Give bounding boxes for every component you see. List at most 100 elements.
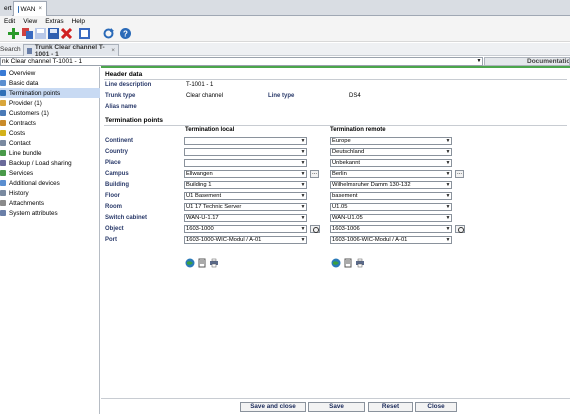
local-room-select[interactable]: U1 17 Technic Server ▼ bbox=[184, 203, 307, 211]
remote-object-select[interactable]: 1603-1006 ▼ bbox=[330, 225, 452, 233]
local-object-select[interactable]: 1603-1000 ▼ bbox=[184, 225, 307, 233]
document-tab-label: Trunk Clear channel T-1001 - 1 bbox=[34, 43, 105, 58]
document-icon[interactable] bbox=[197, 258, 207, 268]
save-button[interactable]: Save bbox=[308, 402, 365, 412]
reset-button[interactable]: Reset bbox=[368, 402, 413, 412]
country-label: Country bbox=[105, 149, 128, 155]
system-attributes-icon bbox=[0, 210, 6, 216]
chevron-down-icon: ▼ bbox=[445, 193, 451, 199]
window-tab-strip: ert WAN × bbox=[0, 0, 570, 16]
local-campus-browse-button[interactable]: ... bbox=[310, 170, 319, 178]
sidebar-item-services[interactable]: Services bbox=[0, 168, 100, 178]
sidebar-item-contact[interactable]: Contact bbox=[0, 138, 100, 148]
print-icon[interactable] bbox=[209, 258, 219, 268]
menu-extras[interactable]: Extras bbox=[41, 18, 67, 25]
chevron-down-icon: ▼ bbox=[445, 215, 451, 221]
local-switch-cabinet-select[interactable]: WAN-U-1.17 ▼ bbox=[184, 214, 307, 222]
termination-points-title: Termination points bbox=[105, 117, 164, 124]
delete-icon[interactable] bbox=[60, 27, 73, 40]
sidebar-item-additional-devices[interactable]: Additional devices bbox=[0, 178, 100, 188]
search-label[interactable]: Search bbox=[0, 46, 21, 53]
close-icon[interactable]: × bbox=[111, 47, 115, 54]
window-tab-wan[interactable]: WAN × bbox=[13, 1, 47, 16]
sidebar-item-label: Additional devices bbox=[9, 179, 60, 187]
button-bar: Save and close Save Reset Close bbox=[101, 398, 570, 414]
remote-campus-browse-button[interactable]: ... bbox=[455, 170, 464, 178]
termination-icon bbox=[0, 90, 6, 96]
local-place-select[interactable]: ▼ bbox=[184, 159, 307, 167]
document-icon[interactable] bbox=[343, 258, 353, 268]
window-tab-inactive[interactable]: ert bbox=[0, 1, 12, 16]
remote-continent-select[interactable]: Europe ▼ bbox=[330, 137, 452, 145]
menu-edit[interactable]: Edit bbox=[0, 18, 19, 25]
sidebar-item-costs[interactable]: Costs bbox=[0, 128, 100, 138]
select-value: Building 1 bbox=[186, 182, 212, 188]
print-icon[interactable] bbox=[355, 258, 365, 268]
save-all-icon[interactable] bbox=[48, 28, 59, 39]
remote-campus-select[interactable]: Berlin ▼ bbox=[330, 170, 452, 178]
window-tab-label: WAN bbox=[20, 5, 36, 13]
chevron-down-icon: ▼ bbox=[300, 226, 306, 232]
menu-help[interactable]: Help bbox=[68, 18, 89, 25]
remote-object-view-icon[interactable] bbox=[455, 225, 465, 233]
document-tab[interactable]: Trunk Clear channel T-1001 - 1 × bbox=[23, 43, 119, 58]
globe-icon[interactable] bbox=[331, 258, 341, 268]
document-tab-row: Search Trunk Clear channel T-1001 - 1 × bbox=[0, 43, 570, 58]
select-value: U1 17 Technic Server bbox=[186, 204, 242, 210]
sidebar-item-backup[interactable]: Backup / Load sharing bbox=[0, 158, 100, 168]
save-icon[interactable] bbox=[35, 28, 46, 39]
sidebar-item-provider[interactable]: Provider (1) bbox=[0, 98, 100, 108]
chevron-down-icon: ▼ bbox=[445, 160, 451, 166]
sidebar-item-label: System attributes bbox=[9, 209, 58, 217]
contracts-icon bbox=[0, 120, 6, 126]
export-icon[interactable] bbox=[79, 28, 90, 39]
object-selector[interactable]: nk Clear channel T-1001 - 1 bbox=[0, 57, 483, 66]
local-campus-select[interactable]: Ellwangen ▼ bbox=[184, 170, 307, 178]
add-icon[interactable] bbox=[8, 28, 19, 39]
documentation-button[interactable]: Documentation v bbox=[484, 57, 570, 66]
local-port-select[interactable]: 1603-1000-WIC-Modul / A-01 ▼ bbox=[184, 236, 307, 244]
remote-place-select[interactable]: Unbekannt ▼ bbox=[330, 159, 452, 167]
remote-floor-select[interactable]: basement ▼ bbox=[330, 192, 452, 200]
save-and-close-button[interactable]: Save and close bbox=[240, 402, 306, 412]
local-object-view-icon[interactable] bbox=[310, 225, 320, 233]
globe-icon[interactable] bbox=[185, 258, 195, 268]
local-floor-select[interactable]: U1 Basement ▼ bbox=[184, 192, 307, 200]
help-icon[interactable]: ? bbox=[120, 28, 131, 39]
sidebar-item-basic-data[interactable]: Basic data bbox=[0, 78, 100, 88]
trunk-type-label: Trunk type bbox=[105, 93, 136, 99]
close-button[interactable]: Close bbox=[415, 402, 457, 412]
copy-icon[interactable] bbox=[22, 28, 33, 39]
sidebar-item-label: Provider (1) bbox=[9, 99, 42, 107]
remote-port-select[interactable]: 1603-1006-WIC-Modul / A-01 ▼ bbox=[330, 236, 452, 244]
remote-building-select[interactable]: Wilhelmsruher Damm 130-132 ▼ bbox=[330, 181, 452, 189]
close-icon[interactable]: × bbox=[38, 6, 42, 12]
window-tab-label: ert bbox=[4, 5, 12, 12]
sidebar-item-contracts[interactable]: Contracts bbox=[0, 118, 100, 128]
refresh-icon[interactable] bbox=[103, 28, 114, 39]
chevron-down-icon[interactable]: ▼ bbox=[475, 57, 483, 66]
remote-country-select[interactable]: Deutschland ▼ bbox=[330, 148, 452, 156]
select-value: Wilhelmsruher Damm 130-132 bbox=[332, 182, 411, 188]
header-data-title: Header data bbox=[105, 71, 143, 78]
termination-remote-header: Termination remote bbox=[330, 127, 386, 133]
local-building-select[interactable]: Building 1 ▼ bbox=[184, 181, 307, 189]
menu-view[interactable]: View bbox=[19, 18, 41, 25]
remote-room-select[interactable]: U1.05 ▼ bbox=[330, 203, 452, 211]
sidebar: Overview Basic data Termination points P… bbox=[0, 67, 100, 414]
sidebar-item-customers[interactable]: Customers (1) bbox=[0, 108, 100, 118]
local-country-select[interactable]: ▼ bbox=[184, 148, 307, 156]
sidebar-item-line-bundle[interactable]: Line bundle bbox=[0, 148, 100, 158]
title-row: nk Clear channel T-1001 - 1 ▼ Documentat… bbox=[0, 57, 570, 66]
sidebar-item-label: Contracts bbox=[9, 119, 36, 127]
sidebar-item-label: Services bbox=[9, 169, 34, 177]
sidebar-item-attachments[interactable]: Attachments bbox=[0, 198, 100, 208]
remote-switch-cabinet-select[interactable]: WAN-U1.05 ▼ bbox=[330, 214, 452, 222]
provider-icon bbox=[0, 100, 6, 106]
sidebar-item-history[interactable]: History bbox=[0, 188, 100, 198]
sidebar-item-system-attributes[interactable]: System attributes bbox=[0, 208, 100, 218]
sidebar-item-termination-points[interactable]: Termination points bbox=[0, 88, 100, 98]
local-continent-select[interactable]: ▼ bbox=[184, 137, 307, 145]
select-value: 1603-1006 bbox=[332, 226, 360, 232]
sidebar-item-overview[interactable]: Overview bbox=[0, 68, 100, 78]
